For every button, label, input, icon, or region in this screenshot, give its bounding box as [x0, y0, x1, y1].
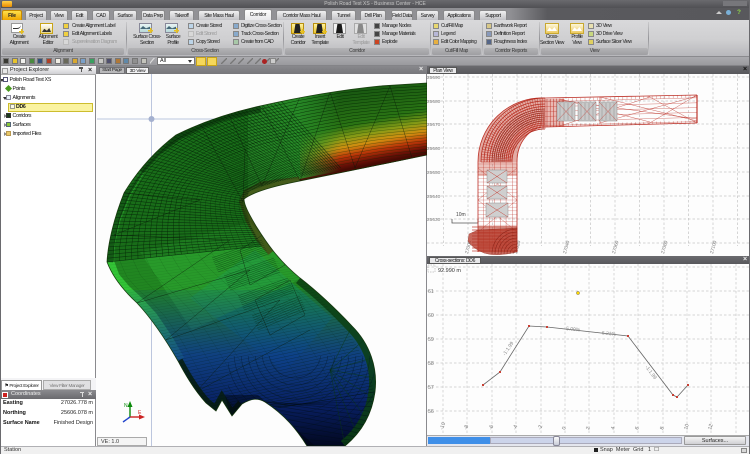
- svg-text:25690: 25690: [427, 75, 441, 81]
- svg-text:92.990 m: 92.990 m: [438, 268, 461, 274]
- svg-text:N: N: [124, 403, 128, 409]
- svg-text:57: 57: [428, 385, 434, 391]
- svg-text:25650: 25650: [427, 170, 441, 176]
- svg-text:59: 59: [428, 337, 434, 343]
- svg-text:E: E: [138, 410, 142, 416]
- svg-text:58: 58: [428, 361, 434, 367]
- svg-text:25660: 25660: [427, 146, 441, 152]
- svg-text:60: 60: [428, 313, 434, 319]
- svg-text:25670: 25670: [427, 122, 441, 128]
- svg-text:25680: 25680: [427, 99, 441, 105]
- svg-text:25640: 25640: [427, 194, 441, 200]
- svg-text:56: 56: [428, 409, 434, 415]
- svg-text:10m: 10m: [456, 212, 466, 218]
- svg-text:25630: 25630: [427, 217, 441, 223]
- svg-text:61: 61: [428, 289, 434, 295]
